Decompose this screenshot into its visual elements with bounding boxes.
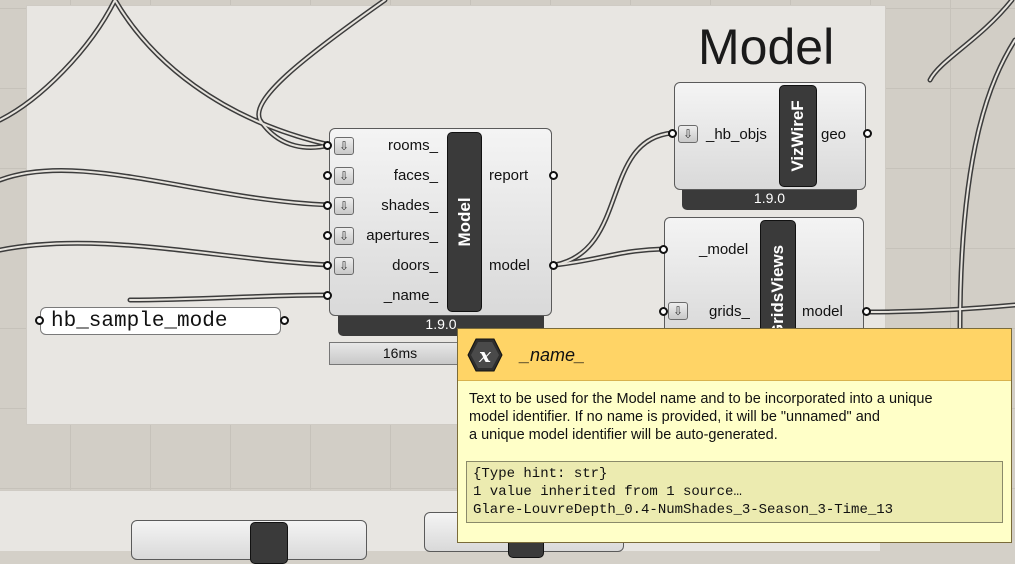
output-geo[interactable]: geo (821, 126, 846, 143)
output-model[interactable]: model (489, 257, 530, 274)
input-name[interactable]: _name_ (384, 287, 438, 304)
down-arrow-icon[interactable]: ⇩ (334, 137, 354, 155)
tooltip-description-line: a unique model identifier will be auto-g… (469, 427, 778, 443)
tooltip-hint-line: Glare-LouvreDepth_0.4-NumShades_3-Season… (473, 502, 894, 518)
down-arrow-icon[interactable]: ⇩ (334, 197, 354, 215)
input-grids[interactable]: grids_ (709, 303, 750, 320)
vizwire-nickname[interactable]: VizWireF (779, 85, 817, 187)
input-apertures[interactable]: apertures_ (366, 227, 438, 244)
vizwire-version: 1.9.0 (682, 190, 857, 210)
down-arrow-icon[interactable]: ⇩ (334, 227, 354, 245)
down-arrow-icon[interactable]: ⇩ (668, 302, 688, 320)
input-rooms[interactable]: rooms_ (388, 137, 438, 154)
model-component[interactable] (329, 128, 552, 316)
model-nickname-text: Model (454, 197, 474, 247)
input-grip[interactable] (323, 171, 332, 180)
input-grip[interactable] (323, 291, 332, 300)
input-doors[interactable]: doors_ (392, 257, 438, 274)
input-grip[interactable] (323, 201, 332, 210)
vizwire-nickname-text: VizWireF (788, 100, 807, 172)
input-faces[interactable]: faces_ (394, 167, 438, 184)
parameter-tooltip: x _name_ Text to be used for the Model n… (457, 328, 1012, 543)
input-grip[interactable] (659, 307, 668, 316)
tooltip-description: Text to be used for the Model name and t… (469, 390, 999, 444)
tooltip-description-line: Text to be used for the Model name and t… (469, 391, 933, 407)
input-grip[interactable] (323, 261, 332, 270)
output-grip[interactable] (549, 261, 558, 270)
x-param-icon: x (467, 338, 503, 372)
panel-output-grip[interactable] (280, 316, 289, 325)
output-grip[interactable] (862, 307, 871, 316)
input-hb-objs[interactable]: _hb_objs (706, 126, 767, 143)
tooltip-description-line: model identifier. If no name is provided… (469, 409, 880, 425)
input-grip[interactable] (668, 129, 677, 138)
input-grip[interactable] (323, 141, 332, 150)
tooltip-hint-line: {Type hint: str} (473, 466, 608, 482)
text-panel[interactable]: hb_sample_mode (40, 307, 281, 335)
input-grip[interactable] (323, 231, 332, 240)
model-timer: 16ms (329, 342, 471, 365)
input-model[interactable]: _model (699, 241, 748, 258)
gridsviews-nickname-text: GridsViews (768, 244, 787, 338)
output-grip[interactable] (863, 129, 872, 138)
tooltip-hint-line: 1 value inherited from 1 source… (473, 484, 742, 500)
down-arrow-icon[interactable]: ⇩ (334, 167, 354, 185)
output-model[interactable]: model (802, 303, 843, 320)
tooltip-header: x _name_ (458, 329, 1011, 381)
lower-component-left[interactable] (131, 520, 367, 560)
tooltip-hint-box: {Type hint: str} 1 value inherited from … (466, 461, 1003, 523)
output-report[interactable]: report (489, 167, 528, 184)
lower-component-left-nickname (250, 522, 288, 564)
input-grip[interactable] (659, 245, 668, 254)
panel-input-grip[interactable] (35, 316, 44, 325)
input-shades[interactable]: shades_ (381, 197, 438, 214)
svg-text:x: x (478, 343, 492, 367)
down-arrow-icon[interactable]: ⇩ (678, 125, 698, 143)
down-arrow-icon[interactable]: ⇩ (334, 257, 354, 275)
tooltip-title: _name_ (520, 345, 586, 365)
model-nickname[interactable]: Model (447, 132, 482, 312)
output-grip[interactable] (549, 171, 558, 180)
